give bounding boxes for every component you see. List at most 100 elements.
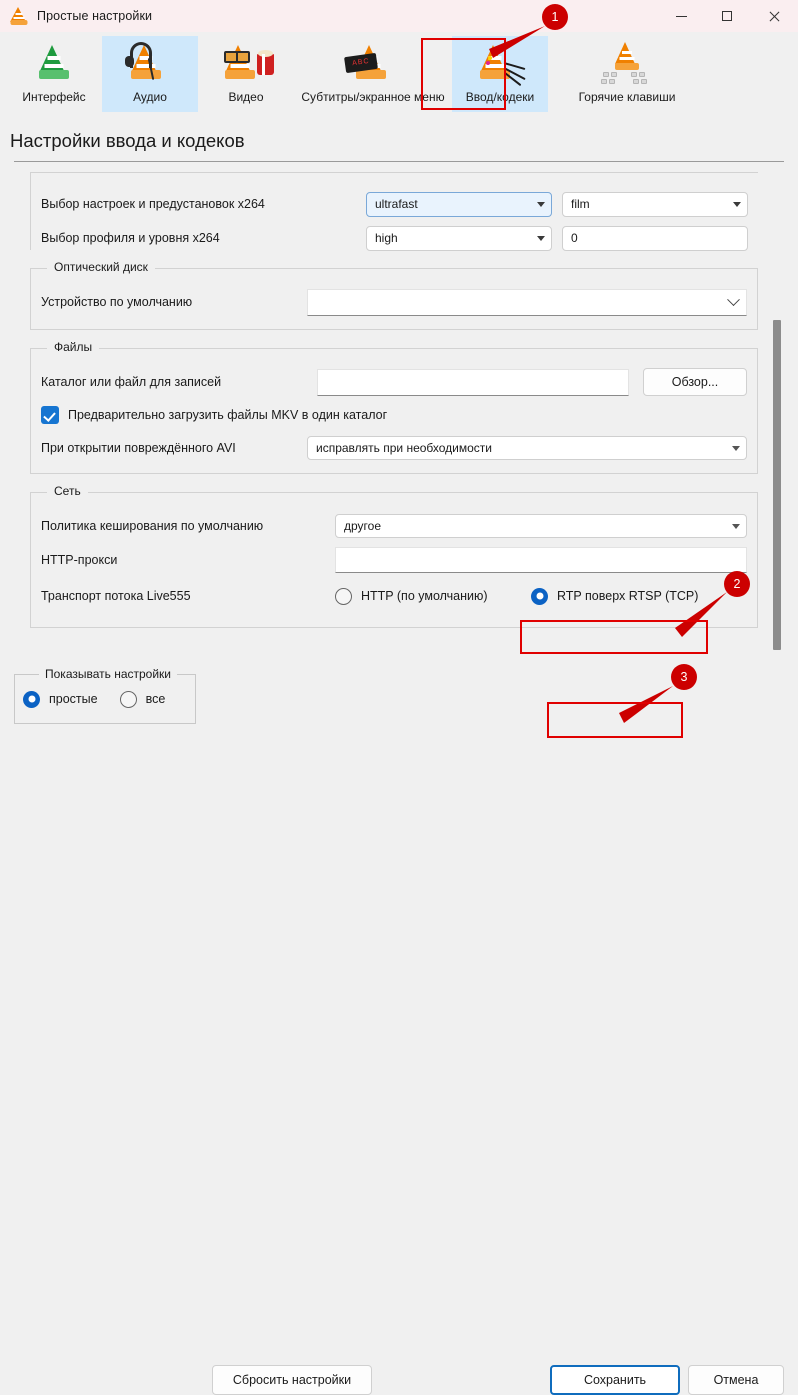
combo-caching-policy-value: другое <box>344 519 382 533</box>
toolbar-label-subtitles: Субтитры/экранное меню <box>301 90 445 104</box>
network-group: Сеть Политика кеширования по умолчанию д… <box>30 484 758 628</box>
radio-show-simple[interactable]: простые <box>23 690 98 708</box>
show-settings-legend: Показывать настройки <box>39 667 178 681</box>
close-button[interactable] <box>750 0 798 32</box>
combo-caching-policy[interactable]: другое <box>335 514 747 538</box>
toolbar-item-hotkeys[interactable]: Горячие клавиши <box>548 36 706 112</box>
toolbar-label-video: Видео <box>228 90 264 104</box>
combo-x264-tune-value: film <box>571 197 590 211</box>
vlc-headphones-icon <box>124 42 176 86</box>
settings-inner: Выбор настроек и предустановок x264 ultr… <box>14 162 784 628</box>
network-legend: Сеть <box>47 484 88 498</box>
combo-x264-profile[interactable]: high <box>366 225 552 251</box>
footer-bar: Показывать настройки простые все Сбросит… <box>0 660 798 1395</box>
cancel-button[interactable]: Отмена <box>688 1365 784 1395</box>
label-broken-avi: При открытии повреждённого AVI <box>41 441 236 455</box>
page-title: Настройки ввода и кодеков <box>10 130 245 151</box>
input-x264-level[interactable]: 0 <box>562 225 748 251</box>
label-x264-profile: Выбор профиля и уровня x264 <box>41 231 220 245</box>
chevron-down-icon <box>537 235 545 241</box>
radio-show-simple-button[interactable] <box>23 690 40 708</box>
browse-button[interactable]: Обзор... <box>643 368 747 396</box>
combo-x264-preset-value: ultrafast <box>375 197 418 211</box>
row-x264-profile: Выбор профиля и уровня x264 high 0 <box>41 221 748 255</box>
row-optical-device: Устройство по умолчанию <box>41 285 747 319</box>
window-controls <box>658 0 798 32</box>
label-live555-transport: Транспорт потока Live555 <box>41 589 191 603</box>
combo-x264-preset[interactable]: ultrafast <box>366 191 552 217</box>
window-title: Простые настройки <box>37 9 153 23</box>
content-scrollbar[interactable] <box>770 162 784 670</box>
combo-broken-avi[interactable]: исправлять при необходимости <box>307 436 747 460</box>
optical-disc-group: Оптический диск Устройство по умолчанию <box>30 260 758 330</box>
combo-x264-tune[interactable]: film <box>562 191 748 217</box>
checkbox-mkv-preload[interactable] <box>41 406 59 424</box>
browse-button-label: Обзор... <box>671 375 719 389</box>
files-legend: Файлы <box>47 340 100 354</box>
row-http-proxy: HTTP-прокси <box>41 543 747 577</box>
radio-http-default[interactable]: HTTP (по умолчанию) <box>335 587 531 605</box>
label-caching-policy: Политика кеширования по умолчанию <box>41 519 264 533</box>
toolbar-item-interface[interactable]: Интерфейс <box>6 36 102 112</box>
cables-detail <box>503 60 530 87</box>
chevron-down-icon <box>732 445 740 451</box>
radio-show-all[interactable]: все <box>119 690 166 708</box>
optical-disc-legend: Оптический диск <box>47 260 155 274</box>
settings-toolbar: Интерфейс Аудио Видео ABC Субтитры/экран… <box>0 32 798 116</box>
toolbar-label-hotkeys: Горячие клавиши <box>578 90 676 104</box>
toolbar-item-subtitles[interactable]: ABC Субтитры/экранное меню <box>294 36 452 112</box>
radio-rtp-over-rtsp-label: RTP поверх RTSP (TCP) <box>557 589 699 603</box>
toolbar-label-interface: Интерфейс <box>22 90 86 104</box>
reset-settings-button[interactable]: Сбросить настройки <box>212 1365 372 1395</box>
combo-x264-profile-value: high <box>375 231 398 245</box>
maximize-button[interactable] <box>704 0 750 32</box>
vlc-cone-icon <box>10 7 28 25</box>
label-optical-device: Устройство по умолчанию <box>41 295 193 309</box>
chevron-down-icon <box>727 292 740 306</box>
vlc-signboard-icon: ABC <box>344 42 399 86</box>
window-titlebar: Простые настройки <box>0 0 798 32</box>
show-settings-group: Показывать настройки простые все <box>14 667 196 724</box>
label-http-proxy: HTTP-прокси <box>41 553 118 567</box>
files-group: Файлы Каталог или файл для записей Обзор… <box>30 340 758 474</box>
x264-group: Выбор настроек и предустановок x264 ultr… <box>30 172 758 251</box>
input-http-proxy[interactable] <box>335 547 747 573</box>
radio-rtp-over-rtsp[interactable]: RTP поверх RTSP (TCP) <box>531 587 699 605</box>
radio-show-simple-label: простые <box>49 692 98 706</box>
toolbar-label-audio: Аудио <box>133 90 167 104</box>
label-record-path: Каталог или файл для записей <box>41 375 222 389</box>
chevron-down-icon <box>732 523 740 529</box>
row-broken-avi: При открытии повреждённого AVI исправлят… <box>41 431 747 465</box>
row-x264-preset: Выбор настроек и предустановок x264 ultr… <box>41 187 748 221</box>
toolbar-label-input-codecs: Ввод/кодеки <box>465 90 535 104</box>
toolbar-item-video[interactable]: Видео <box>198 36 294 112</box>
combo-broken-avi-value: исправлять при необходимости <box>316 441 492 455</box>
reset-settings-label: Сбросить настройки <box>232 1373 352 1387</box>
cancel-button-label: Отмена <box>713 1373 759 1387</box>
row-record-path: Каталог или файл для записей Обзор... <box>41 365 747 399</box>
vlc-cables-icon <box>474 42 526 87</box>
toolbar-item-audio[interactable]: Аудио <box>102 36 198 112</box>
settings-content: Выбор настроек и предустановок x264 ultr… <box>14 162 784 670</box>
toolbar-item-input-codecs[interactable]: Ввод/кодеки <box>452 36 548 112</box>
minimize-button[interactable] <box>658 0 704 32</box>
radio-rtp-over-rtsp-button[interactable] <box>531 587 548 605</box>
row-mkv-preload[interactable]: Предварительно загрузить файлы MKV в оди… <box>41 399 747 431</box>
row-live555-transport: Транспорт потока Live555 HTTP (по умолча… <box>41 577 747 615</box>
scrollbar-thumb[interactable] <box>773 320 781 650</box>
combo-optical-device[interactable] <box>307 288 747 316</box>
label-mkv-preload: Предварительно загрузить файлы MKV в оди… <box>68 408 388 422</box>
radio-show-all-label: все <box>145 692 166 706</box>
chevron-down-icon <box>537 201 545 207</box>
keyboard-keys-detail <box>601 72 647 84</box>
chevron-down-icon <box>733 201 741 207</box>
radio-show-all-button[interactable] <box>119 690 137 708</box>
save-button-label: Сохранить <box>583 1373 647 1387</box>
radio-http-default-button[interactable] <box>335 587 352 605</box>
vlc-glasses-popcorn-icon <box>220 42 274 86</box>
save-button[interactable]: Сохранить <box>550 1365 680 1395</box>
row-caching-policy: Политика кеширования по умолчанию другое <box>41 509 747 543</box>
vlc-keyboard-icon <box>601 42 653 86</box>
input-record-path[interactable] <box>317 368 629 396</box>
vlc-cone-green-icon <box>28 42 80 86</box>
